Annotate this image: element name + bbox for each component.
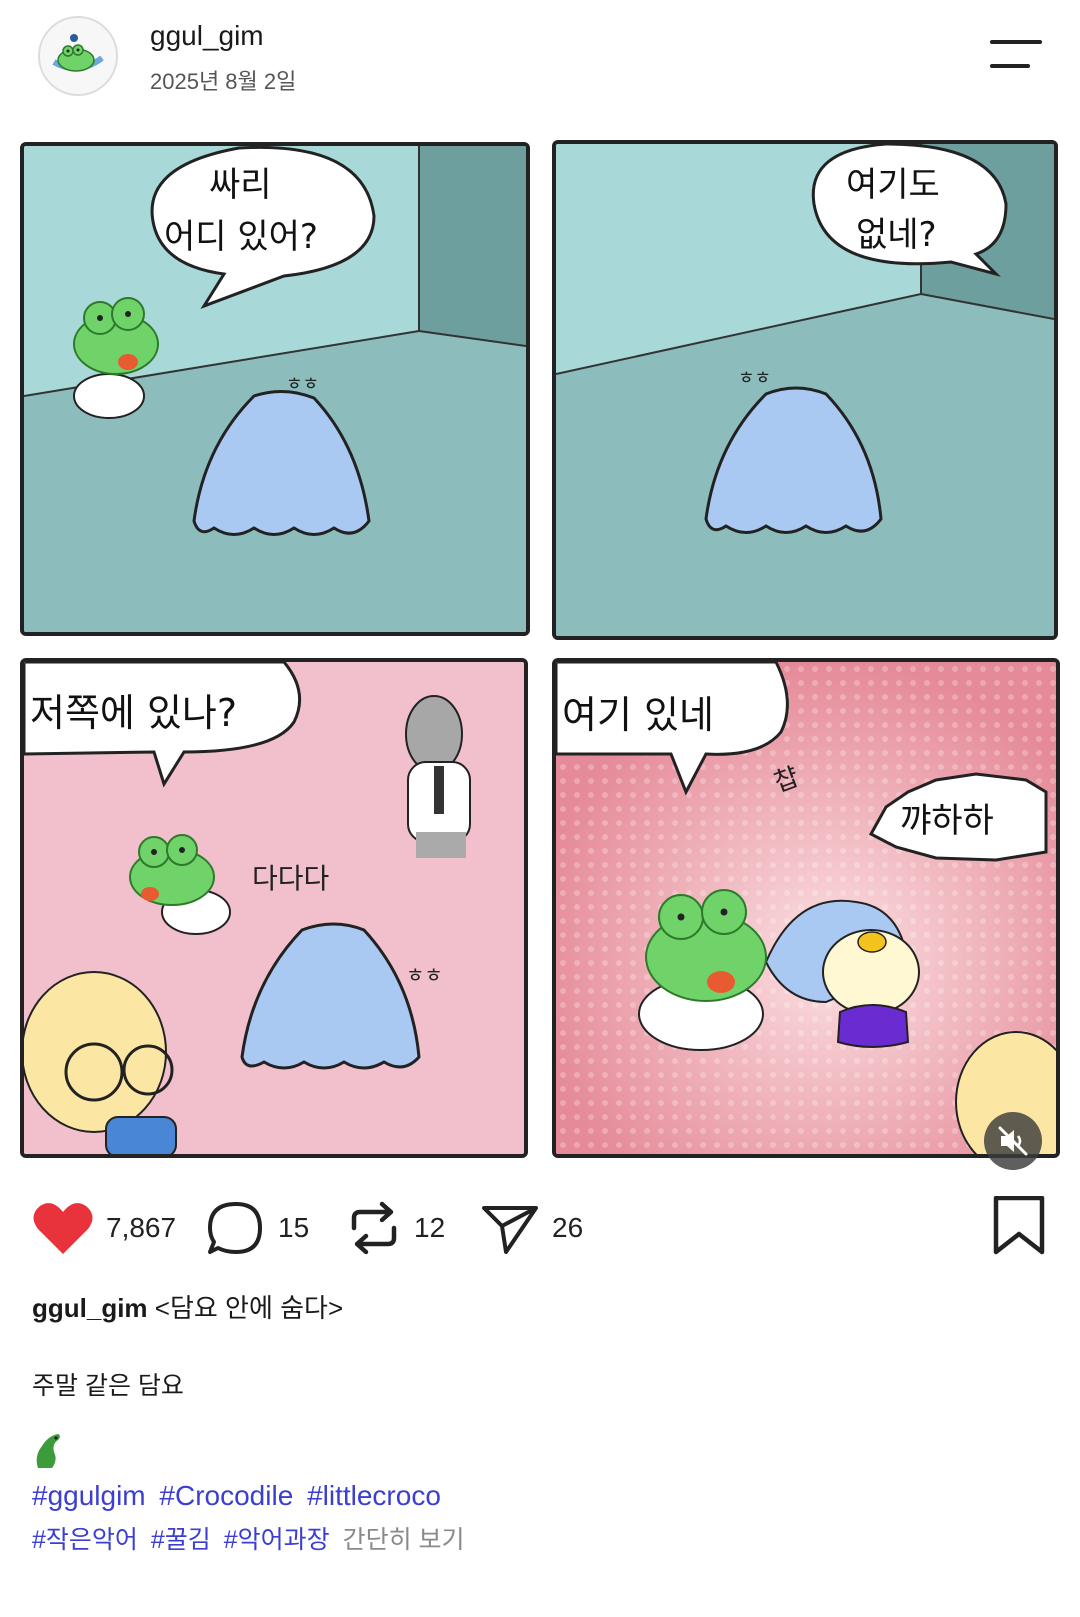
hashtag-ggulgim[interactable]: #ggulgim (32, 1480, 146, 1511)
hashtag-croc-manager[interactable]: #악어과장 (224, 1526, 330, 1554)
hashtag-littlecroco[interactable]: #littlecroco (307, 1480, 441, 1511)
comment-count: 15 (278, 1212, 310, 1243)
mute-button[interactable] (984, 1112, 1042, 1170)
share-button[interactable]: 26 (480, 1196, 583, 1260)
hashtag-small-croc[interactable]: #작은악어 (32, 1526, 138, 1554)
bookmark-icon (993, 1195, 1045, 1255)
post-header: ggul_gim 2025년 8월 2일 (0, 0, 1080, 120)
crocodile-emoji-icon (32, 1432, 66, 1472)
comment-button[interactable]: 15 (206, 1196, 309, 1260)
share-count: 26 (552, 1212, 584, 1243)
comic-panel-1: 싸리 어디 있어? ㅎㅎ (20, 142, 530, 636)
hashtag-crocodile[interactable]: #Crocodile (159, 1480, 293, 1511)
hashtags-line-2: #작은악어 #꿀김 #악어과장 간단히 보기 (32, 1520, 465, 1556)
comic-image[interactable]: 싸리 어디 있어? ㅎㅎ 여기도 없네? ㅎㅎ 저쪽에 있나? 다다다 ㅎㅎ 여… (18, 136, 1062, 1196)
post-date: 2025년 8월 2일 (150, 69, 297, 94)
repost-count: 12 (414, 1212, 446, 1243)
menu-button[interactable] (990, 38, 1044, 74)
comic-panel-2: 여기도 없네? ㅎㅎ (552, 140, 1058, 640)
repost-button[interactable]: 12 (346, 1196, 445, 1260)
show-less-link[interactable]: 간단히 보기 (343, 1526, 465, 1554)
profile-avatar[interactable] (38, 16, 118, 96)
header-username[interactable]: ggul_gim (150, 20, 264, 52)
speaker-muted-icon (998, 1126, 1028, 1156)
comment-icon (208, 1202, 262, 1254)
heart-icon (33, 1203, 93, 1254)
bookmark-button[interactable] (990, 1195, 1048, 1256)
repost-icon (351, 1201, 397, 1255)
like-button[interactable]: 7,867 (32, 1196, 176, 1260)
caption-text: 주말 같은 담요 (32, 1372, 184, 1400)
post-actions: 7,867 15 12 26 (0, 1196, 1080, 1266)
hashtags-line-1: #ggulgim #Crocodile #littlecroco (32, 1480, 447, 1512)
comic-panel-3: 저쪽에 있나? 다다다 ㅎㅎ (20, 658, 528, 1158)
caption-username[interactable]: ggul_gim (32, 1293, 148, 1323)
menu-icon (990, 40, 1042, 68)
crocodile-avatar-icon (52, 34, 104, 72)
send-icon (482, 1206, 538, 1254)
caption-line: ggul_gim <담요 안에 숨다> (32, 1288, 343, 1325)
caption-title: <담요 안에 숨다> (154, 1293, 344, 1323)
comic-panel-4: 여기 있네 챱 꺄하하 (552, 658, 1060, 1158)
like-count: 7,867 (106, 1212, 177, 1243)
hashtag-ggulgim-kr[interactable]: #꿀김 (151, 1526, 211, 1554)
